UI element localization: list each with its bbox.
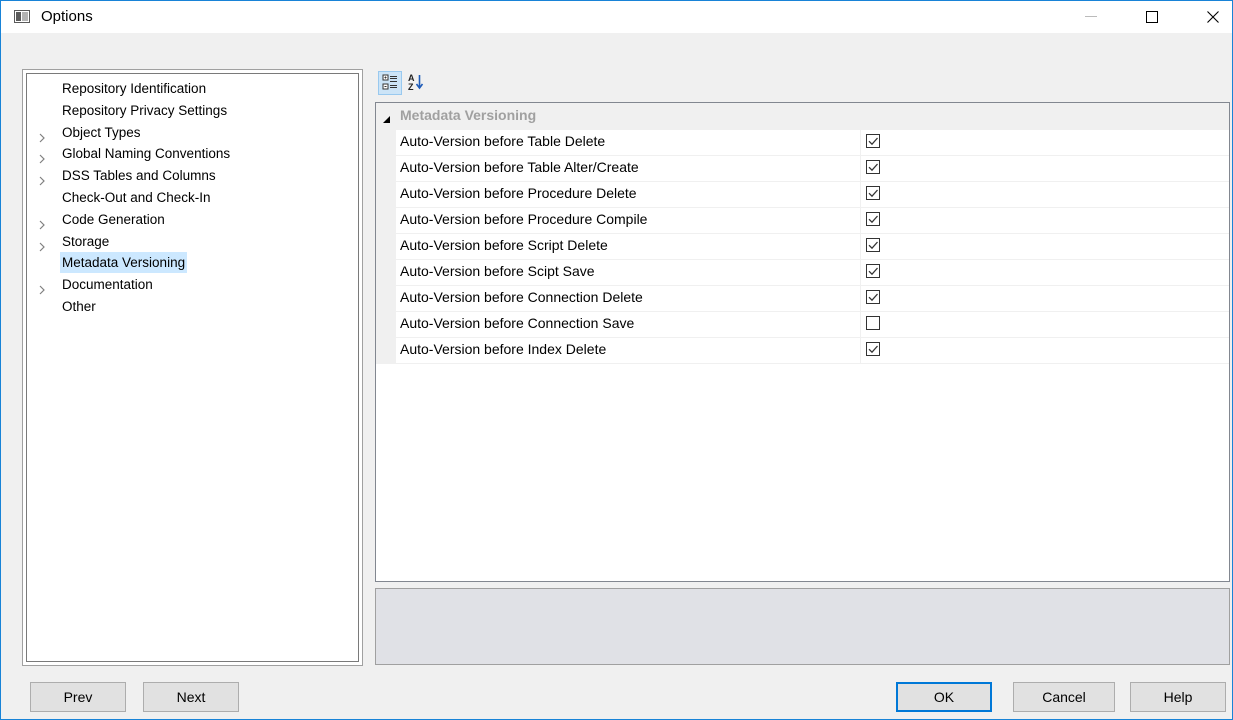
property-name: Auto-Version before Scipt Save [400, 263, 595, 279]
value-column-divider [860, 259, 861, 285]
window-title: Options [41, 8, 93, 25]
property-row[interactable]: Auto-Version before Index Delete [376, 337, 1229, 364]
value-column-divider [860, 233, 861, 259]
property-checkbox[interactable] [866, 160, 881, 178]
property-name: Auto-Version before Procedure Compile [400, 211, 648, 227]
value-column-divider [860, 311, 861, 337]
options-tree[interactable]: Repository Identification Repository Priv… [26, 73, 359, 662]
property-row[interactable]: Auto-Version before Table Delete [376, 129, 1229, 156]
property-name: Auto-Version before Connection Save [400, 315, 635, 331]
tree-item-label: Object Types [62, 124, 141, 140]
property-row[interactable]: Auto-Version before Procedure Compile [376, 207, 1229, 234]
category-row[interactable]: Metadata Versioning [376, 103, 1229, 130]
property-checkbox[interactable] [866, 186, 881, 204]
cancel-button[interactable]: Cancel [1013, 682, 1115, 712]
row-gutter [376, 311, 396, 337]
property-row[interactable]: Auto-Version before Connection Delete [376, 285, 1229, 312]
row-gutter [376, 285, 396, 311]
tree-item-label: Repository Privacy Settings [62, 102, 228, 118]
description-pane [375, 588, 1230, 665]
close-icon [1207, 11, 1219, 23]
minimize-button[interactable] [1068, 1, 1114, 33]
property-checkbox[interactable] [866, 238, 881, 256]
tree-item-label: Global Naming Conventions [62, 146, 231, 162]
property-checkbox[interactable] [866, 212, 881, 230]
value-column-divider [860, 207, 861, 233]
property-checkbox[interactable] [866, 264, 881, 282]
sort-alphabetical-icon: A Z [408, 73, 424, 94]
tree-item-label: Metadata Versioning [60, 252, 188, 274]
property-checkbox[interactable] [866, 290, 881, 308]
tree-item-label: Repository Identification [62, 81, 207, 96]
property-name: Auto-Version before Procedure Delete [400, 185, 637, 201]
property-row[interactable]: Auto-Version before Procedure Delete [376, 181, 1229, 208]
property-row[interactable]: Auto-Version before Script Delete [376, 233, 1229, 260]
maximize-button[interactable] [1129, 1, 1175, 33]
property-row[interactable]: Auto-Version before Scipt Save [376, 259, 1229, 286]
tree-item-label: Code Generation [62, 211, 165, 227]
property-row[interactable]: Auto-Version before Connection Save [376, 311, 1229, 338]
chevron-right-icon[interactable] [37, 237, 47, 252]
ok-button[interactable]: OK [896, 682, 992, 712]
property-name: Auto-Version before Connection Delete [400, 289, 643, 305]
tree-item-label: DSS Tables and Columns [62, 168, 216, 184]
chevron-right-icon[interactable] [37, 215, 47, 230]
row-gutter [376, 207, 396, 233]
help-button[interactable]: Help [1130, 682, 1226, 712]
tree-item-label: Check-Out and Check-In [62, 190, 211, 205]
property-name: Auto-Version before Script Delete [400, 237, 608, 253]
property-name: Auto-Version before Table Delete [400, 133, 606, 149]
property-name: Auto-Version before Table Alter/Create [400, 159, 639, 175]
value-column-divider [860, 155, 861, 181]
row-gutter [376, 181, 396, 207]
tree-item-label: Other [62, 299, 96, 314]
category-label: Metadata Versioning [400, 107, 537, 123]
next-button[interactable]: Next [143, 682, 239, 712]
value-column-divider [860, 129, 861, 155]
chevron-right-icon[interactable] [37, 128, 47, 143]
value-column-divider [860, 285, 861, 311]
property-checkbox[interactable] [866, 316, 881, 334]
property-grid[interactable]: Metadata Versioning Auto-Version before … [375, 102, 1230, 582]
tree-item-label: Documentation [62, 277, 153, 293]
value-column-divider [860, 337, 861, 363]
row-gutter [376, 337, 396, 363]
value-column-divider [860, 181, 861, 207]
collapse-triangle-icon[interactable] [382, 111, 391, 127]
row-gutter [376, 233, 396, 259]
options-tree-panel: Repository Identification Repository Priv… [22, 69, 363, 666]
row-gutter [376, 259, 396, 285]
row-gutter [376, 155, 396, 181]
property-row[interactable]: Auto-Version before Table Alter/Create [376, 155, 1229, 182]
categorized-button[interactable] [378, 71, 402, 95]
chevron-right-icon[interactable] [37, 171, 47, 186]
chevron-right-icon[interactable] [37, 149, 47, 164]
minimize-icon [1085, 16, 1097, 18]
property-checkbox[interactable] [866, 342, 881, 360]
title-bar[interactable]: Options [1, 1, 1232, 33]
property-checkbox[interactable] [866, 134, 881, 152]
svg-text:Z: Z [408, 82, 414, 91]
property-name: Auto-Version before Index Delete [400, 341, 607, 357]
close-button[interactable] [1190, 1, 1233, 33]
chevron-right-icon[interactable] [37, 280, 47, 295]
window-app-icon [14, 10, 30, 23]
options-dialog: Options Repository Identification Reposit… [0, 0, 1233, 720]
alphabetical-button[interactable]: A Z [404, 71, 428, 95]
categorized-icon [382, 74, 398, 93]
maximize-icon [1146, 11, 1158, 23]
row-gutter [376, 129, 396, 155]
prev-button[interactable]: Prev [30, 682, 126, 712]
tree-item-label: Storage [62, 233, 110, 249]
